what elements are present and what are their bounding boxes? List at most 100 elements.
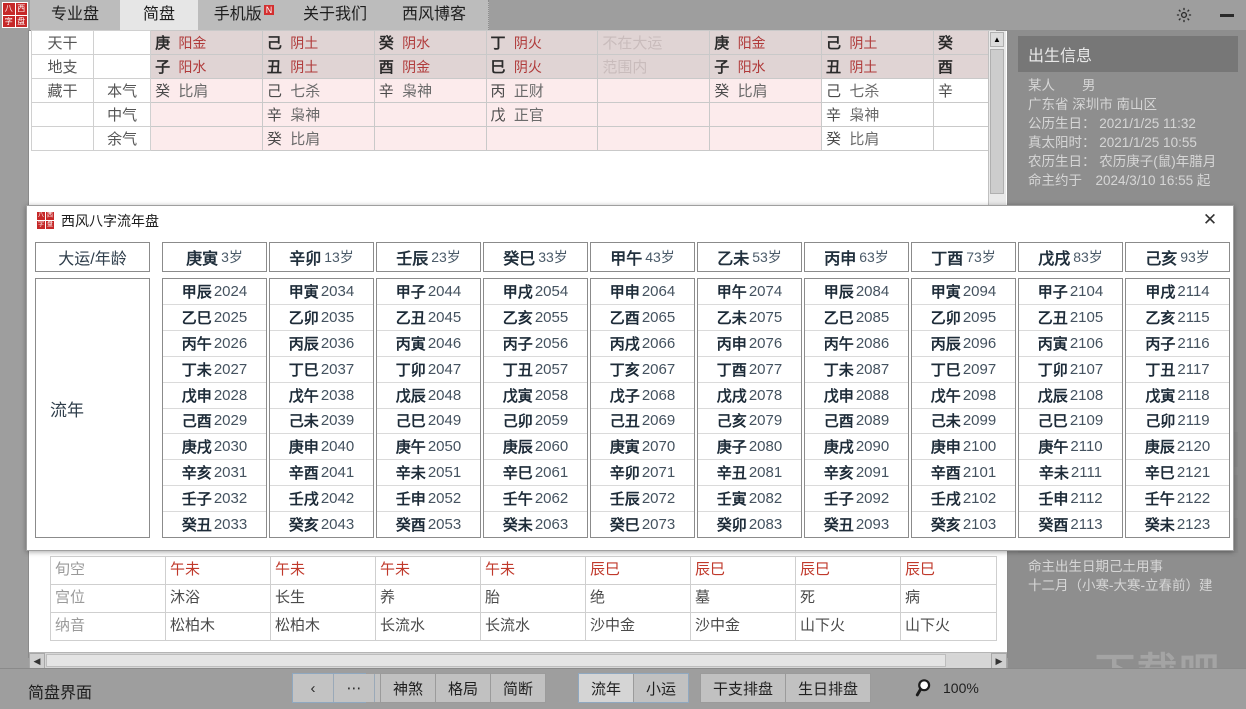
liunian-year-cell[interactable]: 壬戌2042	[270, 486, 373, 512]
magnifier-icon[interactable]	[915, 677, 937, 699]
liunian-year-cell[interactable]: 乙巳2085	[805, 305, 908, 331]
dayun-header-cell[interactable]: 甲午43岁	[590, 242, 695, 272]
liunian-year-cell[interactable]: 癸卯2083	[698, 512, 801, 537]
liunian-year-cell[interactable]: 辛丑2081	[698, 460, 801, 486]
liunian-year-cell[interactable]: 丁丑2057	[484, 357, 587, 383]
liunian-year-cell[interactable]: 辛酉2101	[912, 460, 1015, 486]
liunian-year-cell[interactable]: 乙亥2055	[484, 305, 587, 331]
liunian-year-cell[interactable]: 乙酉2065	[591, 305, 694, 331]
liunian-year-cell[interactable]: 庚辰2120	[1126, 434, 1229, 460]
ganzhi-paipan-button[interactable]: 干支排盘	[701, 674, 786, 702]
dayun-header-cell[interactable]: 丙申63岁	[804, 242, 909, 272]
liunian-year-cell[interactable]: 甲戌2054	[484, 279, 587, 305]
liunian-year-cell[interactable]: 戊午2038	[270, 383, 373, 409]
pillar-stem-cell[interactable]: 己 阴土	[262, 31, 374, 55]
liunian-year-cell[interactable]: 辛未2111	[1019, 460, 1122, 486]
liunian-year-cell[interactable]: 戊申2028	[163, 383, 266, 409]
liunian-button[interactable]: 流年	[579, 674, 634, 702]
liunian-year-cell[interactable]: 乙卯2095	[912, 305, 1015, 331]
liunian-year-cell[interactable]: 癸亥2043	[270, 512, 373, 537]
pillar-branch-cell[interactable]: 丑 阴土	[822, 55, 934, 79]
liunian-year-cell[interactable]: 庚午2110	[1019, 434, 1122, 460]
liunian-year-cell[interactable]: 丁未2027	[163, 357, 266, 383]
scrollbar-thumb[interactable]	[990, 49, 1004, 194]
nav-tab-xifengboke[interactable]: 西风博客	[380, 0, 489, 30]
nav-tab-zhuanyepan[interactable]: 专业盘	[30, 0, 121, 30]
liunian-year-cell[interactable]: 辛亥2031	[163, 460, 266, 486]
dayun-header-cell[interactable]: 乙未53岁	[697, 242, 802, 272]
liunian-year-cell[interactable]: 戊寅2118	[1126, 383, 1229, 409]
liunian-year-cell[interactable]: 壬寅2082	[698, 486, 801, 512]
liunian-year-cell[interactable]: 戊午2098	[912, 383, 1015, 409]
liunian-year-cell[interactable]: 己丑2069	[591, 409, 694, 435]
dayun-header-cell[interactable]: 戊戌83岁	[1018, 242, 1123, 272]
liunian-year-cell[interactable]: 丁巳2037	[270, 357, 373, 383]
liunian-year-cell[interactable]: 癸丑2033	[163, 512, 266, 537]
liunian-year-cell[interactable]: 己巳2109	[1019, 409, 1122, 435]
minimize-icon[interactable]	[1220, 14, 1234, 17]
pillar-stem-cell[interactable]: 癸 阴水	[374, 31, 486, 55]
liunian-year-cell[interactable]: 庚戌2090	[805, 434, 908, 460]
liunian-year-cell[interactable]: 戊寅2058	[484, 383, 587, 409]
liunian-year-cell[interactable]: 甲辰2024	[163, 279, 266, 305]
liunian-year-cell[interactable]: 辛巳2121	[1126, 460, 1229, 486]
liunian-year-cell[interactable]: 壬子2092	[805, 486, 908, 512]
liunian-year-cell[interactable]: 甲申2064	[591, 279, 694, 305]
liunian-year-cell[interactable]: 戊戌2078	[698, 383, 801, 409]
liunian-year-cell[interactable]: 己卯2059	[484, 409, 587, 435]
liunian-year-cell[interactable]: 甲午2074	[698, 279, 801, 305]
dialog-title-bar[interactable]: 八 西 字 盘 西风八字流年盘 ✕	[27, 206, 1233, 234]
nav-tab-shoujiban[interactable]: 手机版N	[198, 0, 291, 30]
liunian-year-cell[interactable]: 甲辰2084	[805, 279, 908, 305]
zoom-control[interactable]: 100%	[915, 677, 979, 699]
pillar-stem-cell[interactable]: 庚 阳金	[710, 31, 822, 55]
liunian-year-cell[interactable]: 壬辰2072	[591, 486, 694, 512]
scroll-up-arrow-icon[interactable]: ▲	[990, 32, 1004, 47]
liunian-year-cell[interactable]: 癸未2123	[1126, 512, 1229, 537]
liunian-year-cell[interactable]: 丁卯2047	[377, 357, 480, 383]
liunian-year-cell[interactable]: 丙午2026	[163, 331, 266, 357]
liunian-year-cell[interactable]: 辛酉2041	[270, 460, 373, 486]
liunian-year-cell[interactable]: 庚申2100	[912, 434, 1015, 460]
gear-icon[interactable]	[1175, 6, 1193, 24]
liunian-year-cell[interactable]: 己亥2079	[698, 409, 801, 435]
pillar-stem-cell[interactable]: 庚 阳金	[151, 31, 263, 55]
liunian-year-cell[interactable]: 庚戌2030	[163, 434, 266, 460]
liunian-year-cell[interactable]: 己未2099	[912, 409, 1015, 435]
liunian-year-cell[interactable]: 丙子2116	[1126, 331, 1229, 357]
scroll-left-arrow-icon[interactable]: ◀	[29, 653, 45, 669]
close-icon[interactable]: ✕	[1199, 210, 1221, 230]
liunian-year-cell[interactable]: 己酉2089	[805, 409, 908, 435]
liunian-year-cell[interactable]: 壬子2032	[163, 486, 266, 512]
liunian-year-cell[interactable]: 甲寅2094	[912, 279, 1015, 305]
liunian-year-cell[interactable]: 戊子2068	[591, 383, 694, 409]
liunian-year-cell[interactable]: 庚子2080	[698, 434, 801, 460]
geju-button[interactable]: 格局	[436, 674, 491, 702]
liunian-year-cell[interactable]: 辛巳2061	[484, 460, 587, 486]
pillar-branch-cell[interactable]: 巳 阴火	[486, 55, 598, 79]
liunian-year-cell[interactable]: 乙未2075	[698, 305, 801, 331]
liunian-year-cell[interactable]: 癸未2063	[484, 512, 587, 537]
liunian-year-cell[interactable]: 丁酉2077	[698, 357, 801, 383]
dayun-header-cell[interactable]: 癸巳33岁	[483, 242, 588, 272]
liunian-year-cell[interactable]: 丁丑2117	[1126, 357, 1229, 383]
liunian-year-cell[interactable]: 己巳2049	[377, 409, 480, 435]
liunian-year-cell[interactable]: 辛未2051	[377, 460, 480, 486]
scroll-right-arrow-icon[interactable]: ▶	[991, 653, 1007, 669]
liunian-year-cell[interactable]: 己未2039	[270, 409, 373, 435]
jianduan-button[interactable]: 简断	[491, 674, 545, 702]
liunian-year-cell[interactable]: 庚午2050	[377, 434, 480, 460]
liunian-year-cell[interactable]: 丙辰2036	[270, 331, 373, 357]
chart-horizontal-scrollbar[interactable]: ◀ ▶	[29, 652, 1007, 669]
dayun-header-cell[interactable]: 己亥93岁	[1125, 242, 1230, 272]
liunian-year-cell[interactable]: 壬申2052	[377, 486, 480, 512]
liunian-year-cell[interactable]: 丁卯2107	[1019, 357, 1122, 383]
scrollbar-thumb[interactable]	[46, 654, 946, 667]
liunian-year-cell[interactable]: 戊辰2108	[1019, 383, 1122, 409]
liunian-year-cell[interactable]: 庚辰2060	[484, 434, 587, 460]
pillar-branch-cell[interactable]: 子 阳水	[151, 55, 263, 79]
liunian-year-cell[interactable]: 辛卯2071	[591, 460, 694, 486]
pillar-branch-cell[interactable]: 丑 阴土	[262, 55, 374, 79]
liunian-year-cell[interactable]: 乙亥2115	[1126, 305, 1229, 331]
pillar-stem-cell[interactable]: 癸	[933, 31, 995, 55]
